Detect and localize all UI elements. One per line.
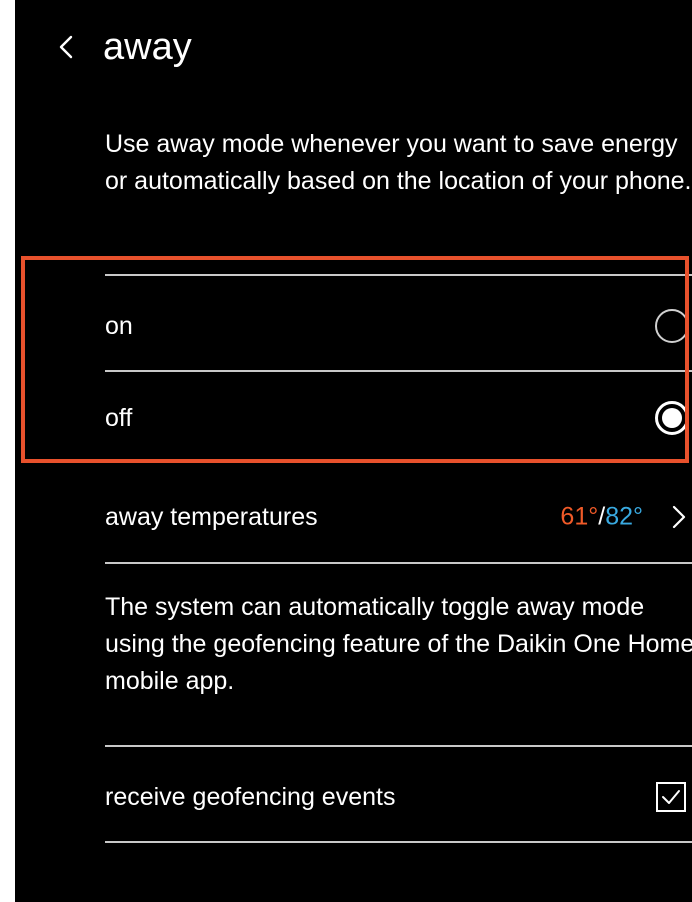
away-temperatures-row[interactable]: away temperatures 61°/82°	[105, 487, 692, 547]
page-title: away	[103, 26, 192, 68]
away-temperatures-value: 61°/82°	[560, 503, 643, 532]
option-off-row[interactable]: off	[105, 388, 692, 448]
away-mode-description: Use away mode whenever you want to save …	[105, 130, 692, 195]
divider	[105, 274, 692, 276]
option-off-label: off	[105, 403, 133, 432]
away-screen: away Use away mode whenever you want to …	[15, 0, 692, 902]
app-frame: away Use away mode whenever you want to …	[0, 0, 692, 902]
option-on-row[interactable]: on	[105, 296, 692, 356]
option-on-label: on	[105, 311, 133, 340]
geofencing-description: The system can automatically toggle away…	[105, 593, 692, 695]
divider	[105, 562, 692, 564]
heat-setpoint: 61°	[560, 502, 599, 531]
checkbox-checked-icon[interactable]	[655, 781, 687, 813]
divider	[105, 841, 692, 843]
divider	[105, 370, 692, 372]
chevron-left-icon[interactable]	[56, 34, 76, 60]
setpoint-separator: /	[598, 502, 606, 531]
divider	[105, 745, 692, 747]
cool-setpoint: 82°	[605, 502, 643, 531]
option-off-radio[interactable]	[655, 401, 689, 435]
geofencing-label: receive geofencing events	[105, 782, 396, 811]
geofencing-row[interactable]: receive geofencing events	[105, 767, 692, 827]
chevron-right-icon[interactable]	[671, 504, 687, 530]
option-on-radio[interactable]	[655, 309, 689, 343]
